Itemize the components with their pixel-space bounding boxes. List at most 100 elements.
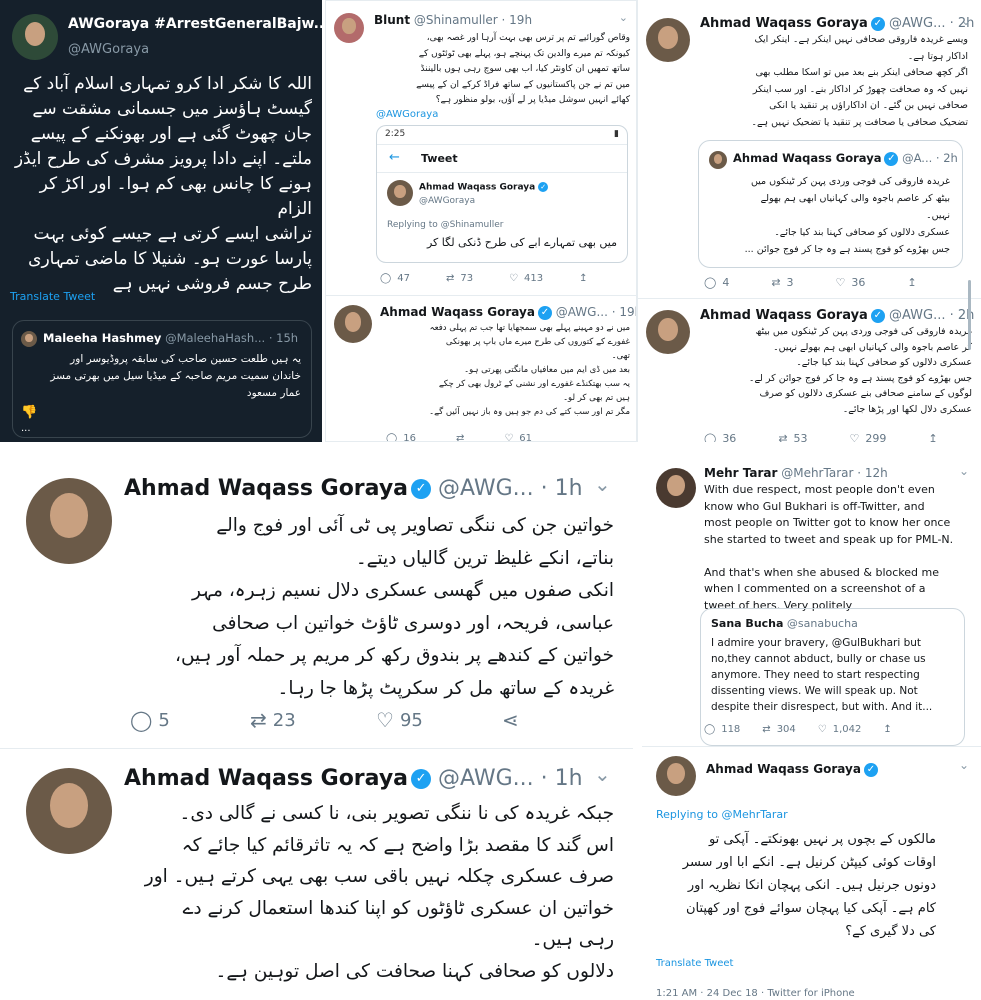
chevron-down-icon[interactable]: ⌄ [594,472,611,496]
retweet-icon: ⇄ [250,708,267,732]
mehr-tarar-panel: Mehr Tarar @MehrTarar · 12h ⌄ With due r… [642,458,981,1000]
tweet-text: جبکہ غریدہ کی نا ننگی تصویر بنی، نا کسی … [144,803,614,982]
author-handle[interactable]: @AWG... [438,476,534,501]
share-icon: ↥ [579,273,588,284]
avatar[interactable] [646,310,690,354]
heart-icon: ♡ [376,708,394,732]
avatar[interactable] [334,13,364,43]
tweet-time: · 19h [501,13,533,27]
share-button[interactable]: ↥ [907,276,916,289]
heart-icon: ♡ [849,432,860,442]
tweet-time: · 12h [857,466,888,480]
heart-icon: ♡ [817,724,827,735]
like-button[interactable]: ♡ 299 [850,432,887,442]
share-button[interactable]: ⋖ [502,708,519,732]
author-name[interactable]: Blunt [374,13,410,27]
action-bar: ◯ 5 ⇄ 23 ♡ 95 ⋖ [130,708,519,732]
share-icon: ↥ [928,432,938,442]
avatar[interactable] [656,756,696,796]
author-name[interactable]: Ahmad Waqass Goraya [700,16,868,31]
like-button[interactable]: ♡ 95 [376,708,502,732]
share-icon: ↥ [883,724,892,735]
emoji-icon: 👎 [21,405,38,420]
retweet-icon: ⇄ [771,276,781,289]
action-bar: ◯ 118 ⇄ 304 ♡ 1,042 ↥ [704,724,892,735]
author-handle[interactable]: @AWG... [438,766,534,791]
phone-author-handle: @AWGoraya [419,196,476,206]
verified-badge-icon: ✓ [870,16,885,31]
like-button[interactable]: ♡ 61 [504,433,532,441]
author-name[interactable]: AWGoraya #ArrestGeneralBajw... [68,16,322,32]
avatar[interactable] [26,768,112,854]
more-text: ... [21,423,31,434]
avatar[interactable] [646,18,690,62]
screen-header: Tweet [421,152,458,165]
author-name[interactable]: Ahmad Waqass Goraya [706,762,861,776]
phone-author-name: Ahmad Waqass Goraya ✓ [419,182,549,193]
quoted-text: یہ ہیں طلعت حسین صاحب کی سابقہ پروڈیوسر … [50,353,301,399]
verified-badge-icon: ✓ [884,151,899,166]
author-handle[interactable]: @AWG... [889,16,946,31]
reply-button[interactable]: ◯ 47 [380,273,410,284]
tweet-footer-meta: 1:21 AM · 24 Dec 18 · Twitter for iPhone [656,988,855,999]
author-name[interactable]: Ahmad Waqass Goraya [380,305,535,319]
author-handle[interactable]: @MehrTarar [781,466,853,480]
avatar[interactable] [656,468,696,508]
retweet-button[interactable]: ⇄ 3 [771,276,793,289]
share-button[interactable]: ↥ [579,273,587,284]
avatar[interactable] [12,14,58,60]
replying-to-link[interactable]: Replying to @MehrTarar [656,808,788,821]
quoted-tweet[interactable]: Ahmad Waqass Goraya ✓ @A... · 2h غریدہ فا… [698,140,963,268]
tweet-text: غریدہ فاروقی کی فوجی وردی پہن کر ٹینکوں … [748,326,972,415]
chevron-down-icon[interactable]: ⌄ [961,14,971,28]
reply-button[interactable]: ◯ 5 [130,708,250,732]
retweet-button[interactable]: ⇄ 53 [778,432,807,442]
share-icon: ↥ [907,276,917,289]
action-bar: ◯ 36 ⇄ 53 ♡ 299 ↥ [704,432,938,442]
retweet-icon: ⇄ [455,433,465,442]
author-handle[interactable]: @AWG... [889,308,946,323]
retweet-button[interactable]: ⇄ 73 [446,273,473,284]
reply-button[interactable]: ◯ 118 [704,724,740,735]
back-arrow-icon[interactable]: ← [389,150,400,165]
action-bar: ◯ 16 ⇄ ♡ 61 [386,433,532,442]
scrollbar[interactable] [968,280,971,350]
chevron-down-icon[interactable]: ⌄ [594,762,611,786]
verified-badge-icon: ✓ [537,305,552,320]
avatar[interactable] [334,305,372,343]
dark-tweet-panel: AWGoraya #ArrestGeneralBajw...✓ @AWGoray… [0,0,322,442]
like-button[interactable]: ♡ 36 [836,276,866,289]
author-name[interactable]: Ahmad Waqass Goraya [124,766,408,791]
author-handle[interactable]: @AWGoraya [68,42,149,57]
author-name[interactable]: Ahmad Waqass Goraya [700,308,868,323]
retweet-button[interactable]: ⇄ 23 [250,708,376,732]
mention-link[interactable]: @AWGoraya [376,109,438,120]
share-button[interactable]: ↥ [883,724,891,735]
avatar[interactable] [26,478,112,564]
share-button[interactable]: ↥ [928,432,937,442]
chevron-down-icon[interactable]: ⌄ [959,758,969,772]
reply-button[interactable]: ◯ 36 [704,432,736,442]
like-button[interactable]: ♡ 1,042 [818,724,862,735]
reply-icon: ◯ [380,273,392,284]
large-tweets-panel: Ahmad Waqass Goraya ✓ @AWG... · 1h ⌄ خوات… [0,458,633,1000]
share-icon: ⋖ [502,708,519,732]
author-handle[interactable]: @Shinamuller [414,13,498,27]
translate-tweet-link[interactable]: Translate Tweet [656,958,733,969]
tweet-text: ویسے غریدہ فاروقی صحافی نہیں اینکر ہے۔ ا… [751,34,968,128]
chevron-down-icon[interactable]: ⌄ [619,11,628,24]
tweet-time: · 19h [611,305,636,319]
author-name[interactable]: Mehr Tarar [704,466,777,480]
author-name[interactable]: Ahmad Waqass Goraya [124,476,408,501]
quoted-tweet[interactable]: Maleeha Hashmey @MaleehaHash... · 15h یہ… [12,320,312,438]
reply-button[interactable]: ◯ 16 [386,433,416,441]
reply-button[interactable]: ◯ 4 [704,276,729,289]
retweet-button[interactable]: ⇄ 304 [762,724,795,735]
retweet-button[interactable]: ⇄ [455,433,465,442]
reply-text: میں نے دو مہینے پہلے بھی سمجھایا تھا جب … [429,323,630,417]
like-button[interactable]: ♡ 413 [509,273,543,284]
translate-tweet-link[interactable]: Translate Tweet [10,290,95,303]
tweet-text: اللہ کا شکر ادا کرو تمہاری اسلام آباد کے… [14,74,312,294]
author-handle[interactable]: @AWG... [556,305,608,319]
chevron-down-icon[interactable]: ⌄ [959,464,969,478]
